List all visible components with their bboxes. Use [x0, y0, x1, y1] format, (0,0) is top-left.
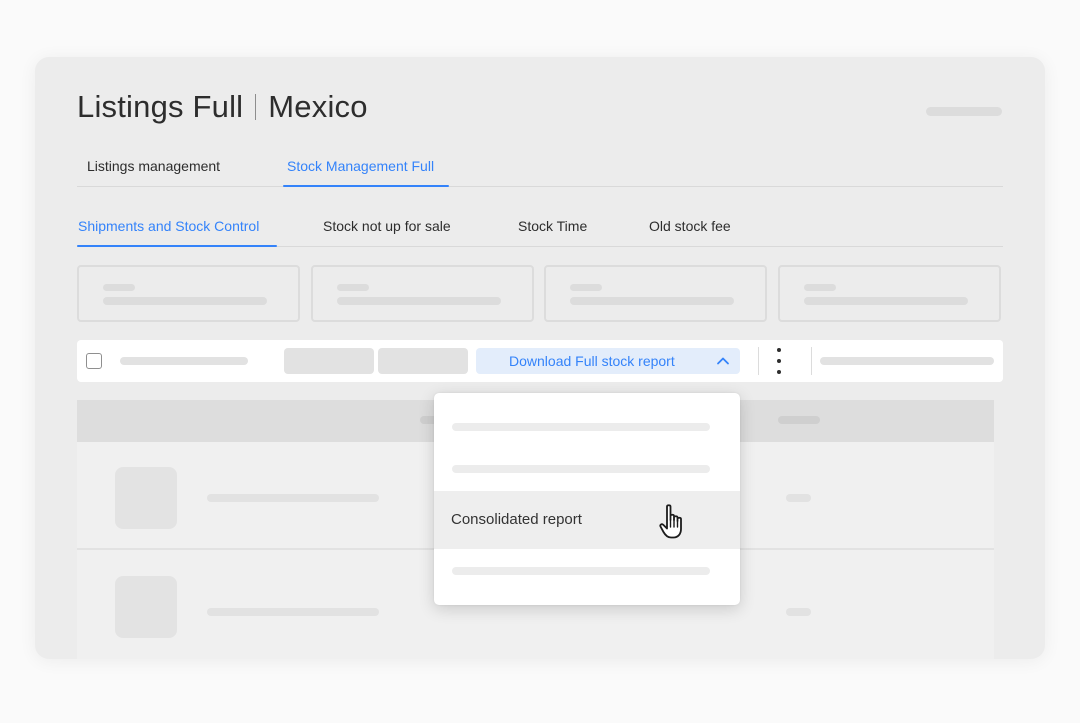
- row-placeholder: [207, 608, 379, 616]
- hand-pointer-icon: [659, 504, 682, 539]
- summary-card[interactable]: [544, 265, 767, 322]
- header-placeholder: [778, 416, 820, 424]
- card-placeholder: [804, 297, 968, 305]
- download-report-menu: Consolidated report: [434, 393, 740, 605]
- stage: Listings Full Mexico Listings management…: [0, 0, 1080, 723]
- sub-tabs: Shipments and Stock Control Stock not up…: [77, 209, 1003, 247]
- card-placeholder: [804, 284, 836, 291]
- card-placeholder: [103, 284, 135, 291]
- row-placeholder: [207, 494, 379, 502]
- menu-item-placeholder: [452, 567, 710, 575]
- card-placeholder: [337, 284, 369, 291]
- tab-listings-management[interactable]: Listings management: [87, 158, 220, 174]
- menu-item[interactable]: [434, 549, 740, 601]
- summary-card[interactable]: [311, 265, 534, 322]
- chevron-up-icon: [717, 357, 729, 365]
- tab-shipments-and-stock-control[interactable]: Shipments and Stock Control: [78, 218, 259, 234]
- tab-old-stock-fee[interactable]: Old stock fee: [649, 218, 731, 234]
- subtab-active-indicator: [77, 245, 277, 247]
- filter-button-placeholder[interactable]: [284, 348, 374, 374]
- toolbar-divider: [758, 347, 759, 375]
- menu-item-label: Consolidated report: [451, 511, 582, 528]
- tab-stock-not-up-for-sale[interactable]: Stock not up for sale: [323, 218, 451, 234]
- summary-card[interactable]: [778, 265, 1001, 322]
- card-placeholder: [570, 297, 734, 305]
- card-placeholder: [337, 297, 501, 305]
- menu-item-placeholder: [452, 423, 710, 431]
- row-placeholder: [786, 494, 811, 502]
- page-title: Listings Full Mexico: [77, 89, 368, 125]
- search-placeholder-bar: [820, 357, 994, 365]
- product-thumbnail: [115, 576, 177, 638]
- summary-card[interactable]: [77, 265, 300, 322]
- tab-stock-time[interactable]: Stock Time: [518, 218, 587, 234]
- menu-item-consolidated-report[interactable]: Consolidated report: [434, 491, 740, 549]
- card-placeholder: [570, 284, 602, 291]
- page-title-right: Mexico: [268, 89, 368, 124]
- menu-item[interactable]: [434, 443, 740, 495]
- download-full-stock-report-button[interactable]: Download Full stock report: [476, 348, 740, 374]
- tab-active-indicator: [283, 185, 449, 187]
- toolbar-placeholder: [120, 357, 248, 365]
- header-placeholder: [926, 107, 1002, 116]
- filter-button-placeholder[interactable]: [378, 348, 468, 374]
- menu-item-placeholder: [452, 465, 710, 473]
- download-button-label: Download Full stock report: [509, 353, 675, 369]
- page-title-left: Listings Full: [77, 89, 244, 124]
- product-thumbnail: [115, 467, 177, 529]
- title-separator: [255, 94, 257, 120]
- tab-stock-management-full[interactable]: Stock Management Full: [287, 158, 434, 174]
- kebab-menu-icon[interactable]: [774, 347, 784, 375]
- card-placeholder: [103, 297, 267, 305]
- search-field-placeholder[interactable]: [812, 340, 1003, 382]
- main-tabs: Listings management Stock Management Ful…: [77, 149, 1003, 187]
- select-all-checkbox[interactable]: [86, 353, 102, 369]
- row-placeholder: [786, 608, 811, 616]
